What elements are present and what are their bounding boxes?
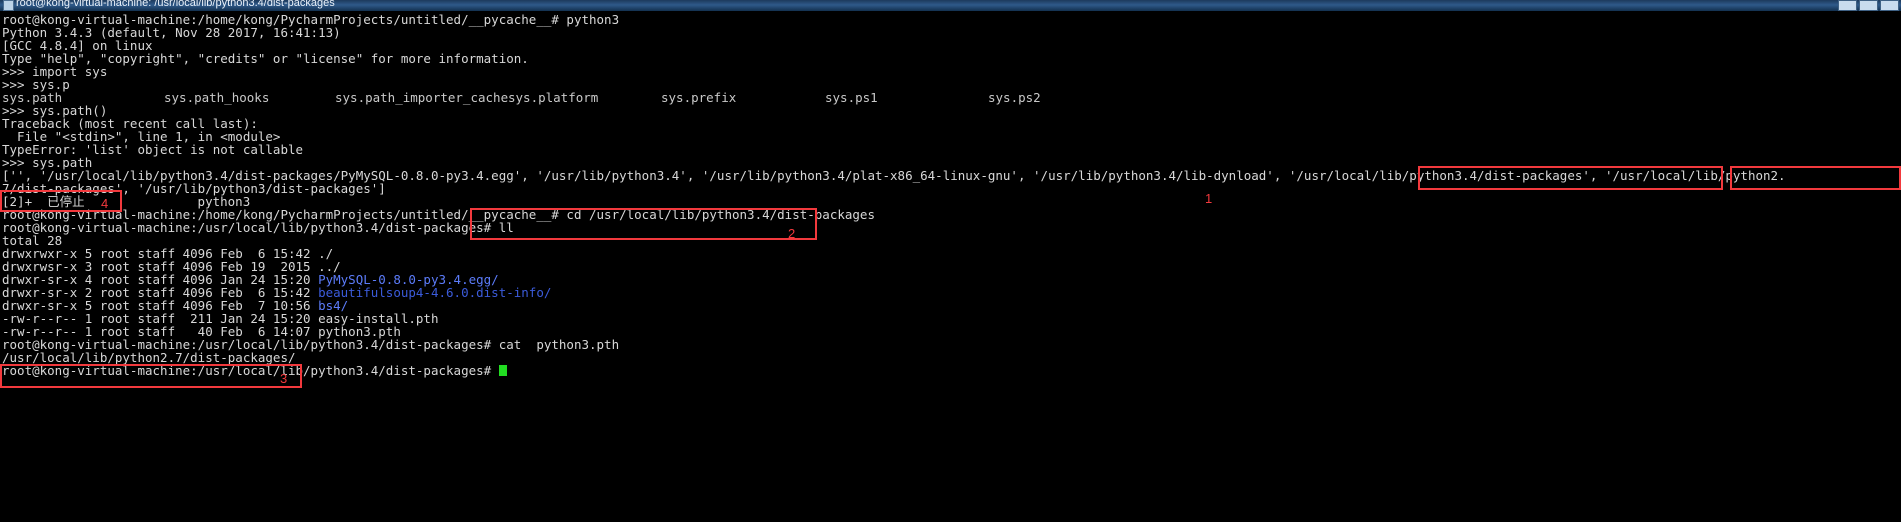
annotation-number-2: 2	[788, 226, 796, 241]
annotation-number-3: 3	[280, 371, 288, 386]
annotation-number-4: 4	[101, 196, 109, 211]
annotation-number-1: 1	[1205, 191, 1213, 206]
prompt-text: root@kong-virtual-machine:/usr/local/lib…	[2, 363, 499, 378]
window-title-bar: root@kong-virtual-machine: /usr/local/li…	[0, 0, 1901, 11]
minimize-button[interactable]	[1838, 0, 1857, 11]
ls-dirname: beautifulsoup4-4.6.0.dist-info/	[318, 285, 552, 300]
completion-item: sys.path_importer_cache	[335, 90, 509, 105]
completion-item: sys.ps1	[825, 90, 878, 105]
terminal-window: root@kong-virtual-machine: /usr/local/li…	[0, 0, 1901, 522]
terminal-output[interactable]: root@kong-virtual-machine:/home/kong/Pyc…	[0, 11, 1901, 522]
completion-item: sys.platform	[508, 90, 599, 105]
close-button[interactable]	[1880, 0, 1899, 11]
completion-item: sys.ps2	[988, 90, 1041, 105]
terminal-prompt-active[interactable]: root@kong-virtual-machine:/usr/local/lib…	[2, 364, 507, 377]
completion-item: sys.path_hooks	[164, 90, 270, 105]
window-title: root@kong-virtual-machine: /usr/local/li…	[16, 0, 335, 9]
completion-item: sys.prefix	[661, 90, 737, 105]
window-controls[interactable]	[1838, 0, 1899, 11]
terminal-line: root@kong-virtual-machine:/usr/local/lib…	[2, 220, 514, 235]
terminal-icon	[3, 0, 14, 11]
maximize-button[interactable]	[1859, 0, 1878, 11]
block-cursor	[498, 365, 507, 376]
